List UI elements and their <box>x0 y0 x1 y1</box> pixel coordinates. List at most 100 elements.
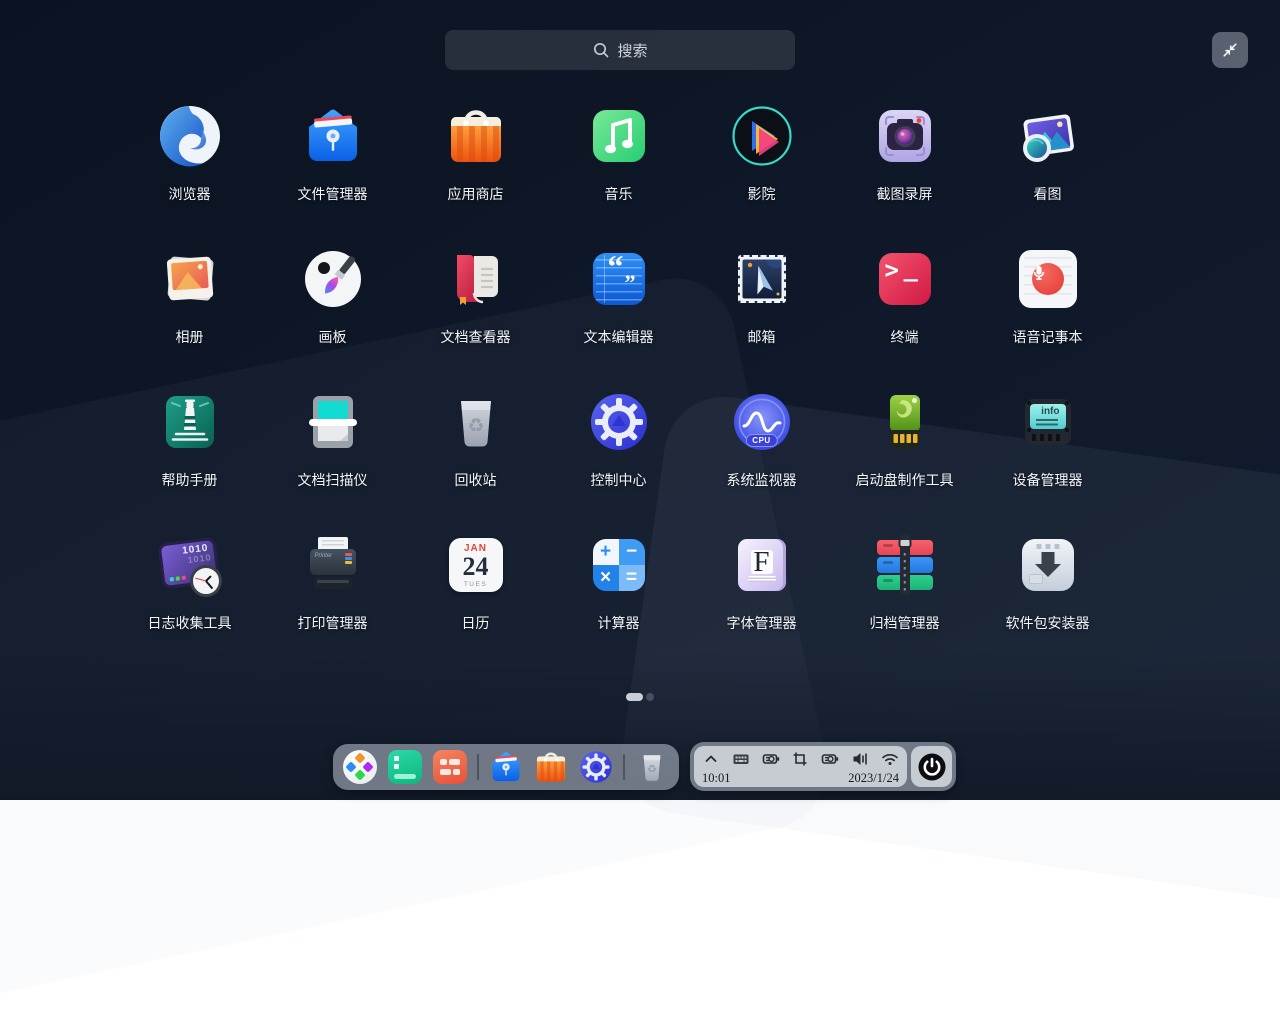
app-label: 归档管理器 <box>870 613 940 633</box>
launcher-icon <box>343 750 377 784</box>
app-device-manager[interactable]: info 设备管理器 <box>976 382 1119 525</box>
calendar-weekday: TUES <box>464 581 487 588</box>
app-calendar[interactable]: JAN 24 TUES 日历 <box>404 525 547 668</box>
power-adapter-icon[interactable] <box>762 750 780 768</box>
app-calculator[interactable]: + − × = 计算器 <box>547 525 690 668</box>
device-manager-icon: info <box>1016 390 1080 454</box>
app-label: 字体管理器 <box>727 613 797 633</box>
printer-label: Printer <box>315 553 333 559</box>
cursor-glyph: _ <box>904 254 918 282</box>
app-mail[interactable]: 邮箱 <box>690 239 833 382</box>
page-dot-1-active[interactable] <box>626 693 643 701</box>
voice-notes-icon <box>1016 247 1080 311</box>
font-manager-icon: F <box>730 533 794 597</box>
tray-time: 10:01 <box>702 772 730 785</box>
app-label: 回收站 <box>455 470 497 490</box>
app-trash[interactable]: ♻ 回收站 <box>404 382 547 525</box>
app-document-viewer[interactable]: 文档查看器 <box>404 239 547 382</box>
app-file-manager[interactable]: 文件管理器 <box>261 96 404 239</box>
tray-icons-row <box>702 749 899 768</box>
app-voice-notes[interactable]: 语音记事本 <box>976 239 1119 382</box>
app-store-icon <box>533 749 569 785</box>
app-label: 设备管理器 <box>1013 470 1083 490</box>
battery-icon[interactable] <box>821 750 839 768</box>
tray-panel: 10:01 2023/1/24 <box>694 746 907 787</box>
app-label: 打印管理器 <box>298 613 368 633</box>
archive-manager-icon <box>873 533 937 597</box>
app-terminal[interactable]: > _ 终端 <box>833 239 976 382</box>
info-text: info <box>1041 406 1059 417</box>
terminal-icon: > _ <box>873 247 937 311</box>
system-tray: 10:01 2023/1/24 <box>690 742 956 791</box>
app-label: 文档扫描仪 <box>298 470 368 490</box>
app-font-manager[interactable]: F 字体管理器 <box>690 525 833 668</box>
app-control-center[interactable]: 控制中心 <box>547 382 690 525</box>
screen-capture-icon <box>873 104 937 168</box>
app-image-viewer[interactable]: 看图 <box>976 96 1119 239</box>
app-archive-manager[interactable]: 归档管理器 <box>833 525 976 668</box>
dock-app-store[interactable] <box>533 749 569 785</box>
app-label: 语音记事本 <box>1013 327 1083 347</box>
search-input[interactable]: 搜索 <box>445 30 795 70</box>
tray-datetime[interactable]: 10:01 2023/1/24 <box>702 772 899 785</box>
draw-icon <box>301 247 365 311</box>
volume-icon[interactable] <box>851 750 869 768</box>
dock-launcher[interactable] <box>342 749 378 785</box>
clock-icon <box>190 565 222 597</box>
app-draw[interactable]: 画板 <box>261 239 404 382</box>
log-collector-icon: 1010 1010 <box>158 533 222 597</box>
equals-glyph: = <box>619 565 645 591</box>
prompt-glyph: > <box>885 256 899 284</box>
mail-icon <box>730 247 794 311</box>
dock-file-manager[interactable] <box>488 749 524 785</box>
dock-control-center[interactable] <box>578 749 614 785</box>
app-document-scanner[interactable]: 文档扫描仪 <box>261 382 404 525</box>
app-music[interactable]: 音乐 <box>547 96 690 239</box>
app-label: 终端 <box>891 327 919 347</box>
app-browser[interactable]: 浏览器 <box>118 96 261 239</box>
app-album[interactable]: 相册 <box>118 239 261 382</box>
app-app-store[interactable]: 应用商店 <box>404 96 547 239</box>
text-editor-icon: “ ” <box>587 247 651 311</box>
app-label: 帮助手册 <box>162 470 218 490</box>
help-manual-icon <box>158 390 222 454</box>
app-help-manual[interactable]: 帮助手册 <box>118 382 261 525</box>
dock-desktop-tiles[interactable] <box>432 749 468 785</box>
app-label: 文档查看器 <box>441 327 511 347</box>
dock-separator <box>623 754 625 780</box>
trash-icon: ♻ <box>444 390 508 454</box>
calendar-icon: JAN 24 TUES <box>444 533 508 597</box>
app-movie[interactable]: 影院 <box>690 96 833 239</box>
album-icon <box>158 247 222 311</box>
app-package-installer[interactable]: 软件包安装器 <box>976 525 1119 668</box>
app-screen-capture[interactable]: 截图录屏 <box>833 96 976 239</box>
letter-f: F <box>753 546 769 579</box>
app-boot-maker[interactable]: 启动盘制作工具 <box>833 382 976 525</box>
tray-date: 2023/1/24 <box>848 772 899 785</box>
wifi-icon[interactable] <box>881 750 899 768</box>
boot-maker-icon <box>873 390 937 454</box>
document-scanner-icon <box>301 390 365 454</box>
app-label: 音乐 <box>605 184 633 204</box>
launcher-mode-toggle-button[interactable] <box>1212 32 1248 68</box>
app-label: 邮箱 <box>748 327 776 347</box>
screen-capture-icon[interactable] <box>791 750 809 768</box>
expand-tray-icon[interactable] <box>702 750 720 768</box>
app-system-monitor[interactable]: CPU 系统监视器 <box>690 382 833 525</box>
app-label: 截图录屏 <box>877 184 933 204</box>
movie-icon <box>730 104 794 168</box>
dock-multitasking-view[interactable] <box>387 749 423 785</box>
app-text-editor[interactable]: “ ” 文本编辑器 <box>547 239 690 382</box>
music-icon <box>587 104 651 168</box>
app-store-icon <box>444 104 508 168</box>
dock-trash[interactable]: ♻ <box>634 749 670 785</box>
keyboard-icon[interactable] <box>732 750 750 768</box>
app-print-manager[interactable]: Printer 打印管理器 <box>261 525 404 668</box>
app-log-collector[interactable]: 1010 1010 日志收集工具 <box>118 525 261 668</box>
trash-icon: ♻ <box>634 749 670 785</box>
shutdown-button[interactable] <box>911 746 952 787</box>
document-viewer-icon <box>444 247 508 311</box>
app-label: 相册 <box>176 327 204 347</box>
page-dot-2[interactable] <box>646 693 654 701</box>
calendar-day: 24 <box>463 554 489 580</box>
